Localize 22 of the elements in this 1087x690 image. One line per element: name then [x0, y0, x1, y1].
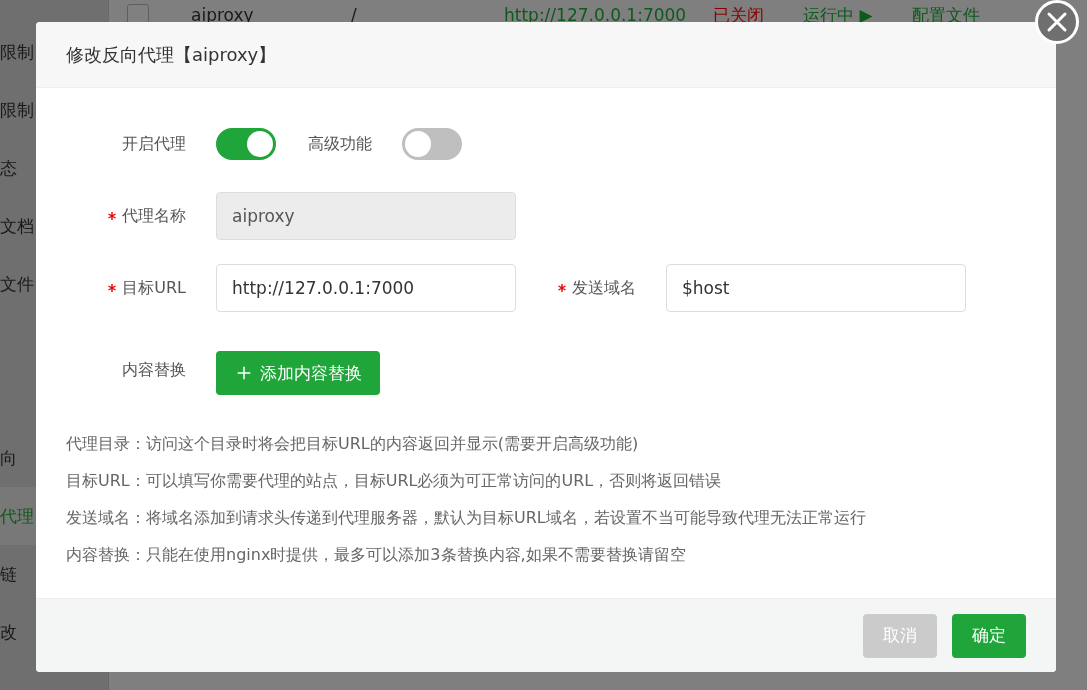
field-label: 代理名称 — [122, 205, 186, 227]
table-cell: / — [351, 5, 357, 25]
field-label: 发送域名 — [572, 277, 636, 299]
field-label: 开启代理 — [122, 133, 186, 155]
help-text: 目标URL：可以填写你需要代理的站点，目标URL必须为可正常访问的URL，否则将返回错误 — [66, 470, 723, 492]
toggle-switch[interactable] — [402, 128, 462, 160]
confirm-button[interactable]: 确定 — [952, 613, 1026, 658]
add-replacement-button[interactable]: 添加内容替换 — [216, 351, 380, 395]
close-icon — [1046, 11, 1068, 33]
input-field[interactable]: $host — [666, 264, 966, 312]
help-text: 内容替换：只能在使用nginx时提供，最多可以添加3条替换内容,如果不需要替换请留空 — [66, 544, 687, 566]
table-cell: aiproxy — [191, 5, 254, 25]
close-button[interactable] — [1035, 0, 1079, 44]
input-field[interactable]: http://127.0.0.1:7000 — [216, 264, 516, 312]
help-text: 发送域名：将域名添加到请求头传递到代理服务器，默认为目标URL域名，若设置不当可能导致代理无法正常运行 — [66, 507, 867, 529]
field-label: 内容替换 — [122, 360, 186, 381]
dialog-title: 修改反向代理【aiproxy】 — [66, 42, 277, 67]
toggle-switch[interactable] — [216, 128, 276, 160]
table-cell: http://127.0.0.1:7000 — [504, 5, 687, 25]
field-label: 高级功能 — [308, 133, 372, 155]
help-text: 代理目录：访问这个目录时将会把目标URL的内容返回并显示(需要开启高级功能) — [66, 433, 640, 455]
field-label: 目标URL — [122, 277, 186, 299]
